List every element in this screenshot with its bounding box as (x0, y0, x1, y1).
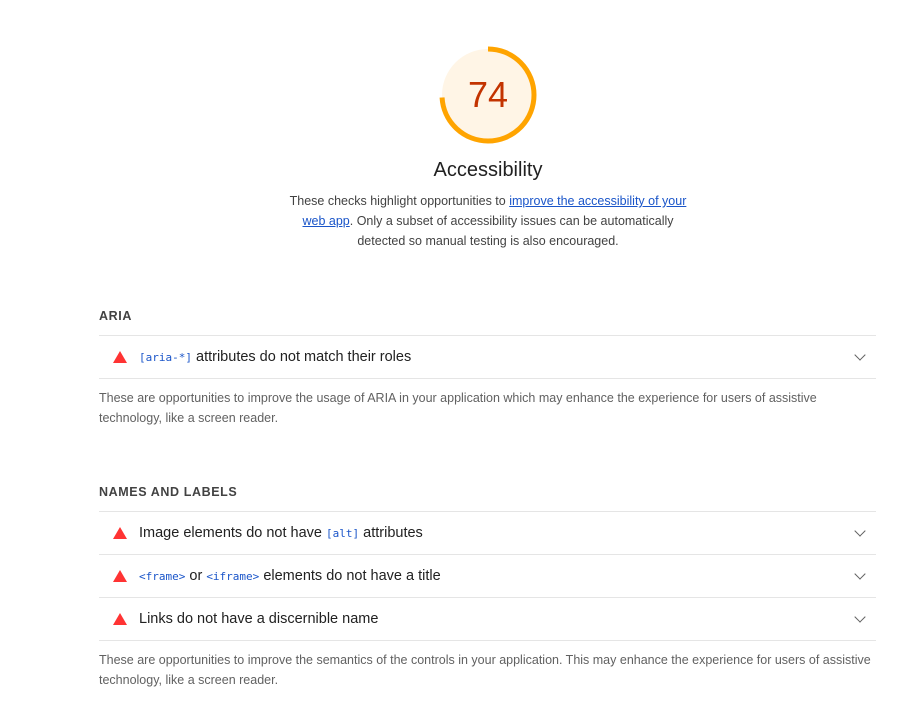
fail-triangle-icon (113, 613, 127, 625)
fail-triangle-icon (113, 527, 127, 539)
audit-aria-roles[interactable]: [aria-*] attributes do not match their r… (99, 335, 876, 379)
category-description: These checks highlight opportunities to … (288, 191, 688, 251)
score-gauge: 74 (439, 46, 537, 144)
chevron-down-icon[interactable] (854, 349, 866, 361)
audit-code: [alt] (326, 527, 360, 540)
audit-image-alt[interactable]: Image elements do not have [alt] attribu… (99, 511, 876, 554)
audit-code-frame: <frame> (139, 570, 186, 583)
chevron-down-icon[interactable] (854, 568, 866, 580)
fail-triangle-icon (113, 570, 127, 582)
group-aria: ARIA [aria-*] attributes do not match th… (99, 309, 876, 428)
category-title-text: Accessibility (433, 159, 543, 181)
audit-frame-title[interactable]: <frame> or <iframe> elements do not have… (99, 554, 876, 597)
audit-title: Links do not have a discernible name (139, 611, 856, 627)
audit-title: Image elements do not have [alt] attribu… (139, 525, 856, 541)
group-names-labels: NAMES AND LABELS Image elements do not h… (99, 485, 876, 690)
audit-text-before: Image elements do not have (139, 525, 327, 541)
audit-text-mid: or (185, 568, 207, 584)
chevron-down-icon[interactable] (854, 525, 866, 537)
group-description: These are opportunities to improve the s… (99, 653, 871, 687)
description-text-after: . Only a subset of accessibility issues … (349, 214, 674, 248)
group-title: ARIA (99, 309, 132, 323)
audit-text-after: attributes (359, 525, 423, 541)
audit-code-iframe: <iframe> (206, 570, 260, 583)
audit-code: [aria-*] (139, 351, 192, 364)
chevron-down-icon[interactable] (854, 611, 866, 623)
group-description: These are opportunities to improve the u… (99, 391, 817, 425)
category-title: Accessibility (0, 159, 921, 182)
audit-link-name[interactable]: Links do not have a discernible name (99, 597, 876, 641)
fail-triangle-icon (113, 351, 127, 363)
score-value: 74 (467, 74, 509, 115)
audit-title: <frame> or <iframe> elements do not have… (139, 568, 856, 584)
audit-text: attributes do not match their roles (191, 349, 412, 365)
audit-text: Links do not have a discernible name (139, 611, 379, 627)
audit-title: [aria-*] attributes do not match their r… (139, 349, 856, 365)
audit-text-after: elements do not have a title (259, 568, 441, 584)
description-text-before: These checks highlight opportunities to (289, 194, 510, 208)
group-title: NAMES AND LABELS (99, 485, 238, 499)
